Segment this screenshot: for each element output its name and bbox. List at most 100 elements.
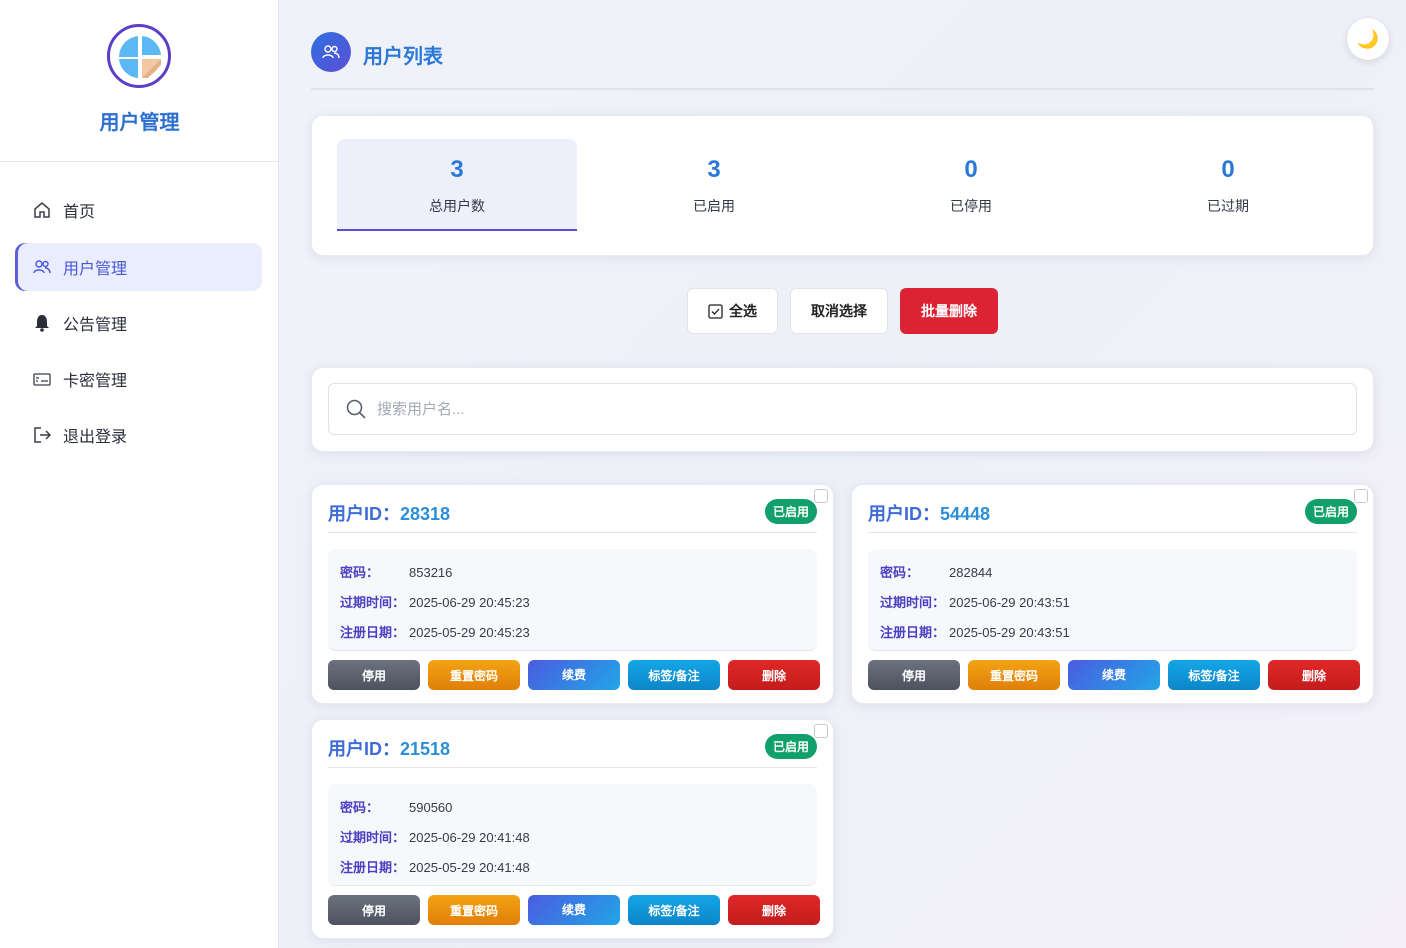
disable-button[interactable]: 停用 [328,660,420,690]
status-badge: 已启用 [1304,499,1357,524]
select-checkbox[interactable] [1354,489,1368,503]
field-label: 过期时间： [880,595,946,610]
user-card: 用户ID：54448 已启用 密码： 282844 过期时间： 2025-06-29… [851,484,1374,704]
field-label: 注册日期： [340,860,406,875]
sidebar: 用户管理 首页 用户管理 公告管理 卡密管理 退出登录 [0,0,279,948]
logout-icon [31,424,53,446]
card-icon [31,368,53,390]
field-label: 注册日期： [880,625,946,640]
sidebar-item-label: 公告管理 [63,317,128,334]
search-box [328,383,1357,435]
reset-password-button[interactable]: 重置密码 [968,660,1060,690]
expiry-row: 过期时间： 2025-06-29 20:41:48 [340,827,530,846]
batch-delete-button[interactable]: 批量删除 [900,288,998,334]
field-label: 过期时间： [340,830,406,845]
stat-label: 已过期 [1207,198,1249,214]
user-id-value: 54448 [940,504,991,524]
password-row: 密码： 590560 [340,797,452,816]
field-label: 注册日期： [340,625,406,640]
password-value: 590560 [409,800,453,815]
stat-value: 0 [1221,156,1235,183]
sidebar-item-home[interactable]: 首页 [15,186,262,234]
user-id-label: 用户ID： [328,739,400,759]
select-checkbox[interactable] [814,724,828,738]
register-value: 2025-05-29 20:43:51 [949,625,1070,640]
renew-button[interactable]: 续费 [1068,660,1160,690]
user-actions: 停用 重置密码 续费 标签/备注 删除 [868,660,1360,690]
user-info: 密码： 282844 过期时间： 2025-06-29 20:43:51 注册日期：… [868,549,1357,651]
status-badge: 已启用 [764,499,817,524]
user-card: 用户ID：28318 已启用 密码： 853216 过期时间： 2025-06-29… [311,484,834,704]
sidebar-item-users[interactable]: 用户管理 [15,243,262,291]
disable-button[interactable]: 停用 [868,660,960,690]
expiry-value: 2025-06-29 20:41:48 [409,830,530,845]
deselect-button[interactable]: 取消选择 [790,288,888,334]
sidebar-item-label: 退出登录 [63,429,128,446]
divider [311,88,1374,90]
register-row: 注册日期： 2025-05-29 20:41:48 [340,857,530,876]
search-icon [345,398,367,420]
password-value: 853216 [409,565,453,580]
renew-button[interactable]: 续费 [528,660,620,690]
register-value: 2025-05-29 20:41:48 [409,860,530,875]
sidebar-item-label: 卡密管理 [63,373,128,390]
status-badge: 已启用 [764,734,817,759]
user-card: 用户ID：21518 已启用 密码： 590560 过期时间： 2025-06-29… [311,719,834,939]
theme-toggle-button[interactable]: 🌙 [1347,18,1389,60]
register-row: 注册日期： 2025-05-29 20:43:51 [880,622,1070,641]
checkbox-icon [708,303,723,319]
user-actions: 停用 重置密码 续费 标签/备注 删除 [328,660,820,690]
divider [868,532,1357,533]
tag-note-button[interactable]: 标签/备注 [628,895,720,925]
user-id-value: 21518 [400,739,451,759]
disable-button[interactable]: 停用 [328,895,420,925]
select-all-button[interactable]: 全选 [687,288,778,334]
password-row: 密码： 282844 [880,562,992,581]
stat-disabled[interactable]: 0 已停用 [851,139,1091,231]
expiry-value: 2025-06-29 20:43:51 [949,595,1070,610]
sidebar-item-logout[interactable]: 退出登录 [15,411,262,459]
field-label: 过期时间： [340,595,406,610]
expiry-row: 过期时间： 2025-06-29 20:45:23 [340,592,530,611]
stat-total-users[interactable]: 3 总用户数 [337,139,577,231]
users-icon [31,256,53,278]
stat-enabled[interactable]: 3 已启用 [594,139,834,231]
user-id-label: 用户ID： [328,504,400,524]
renew-button[interactable]: 续费 [528,895,620,925]
field-label: 密码： [340,800,380,815]
tag-note-button[interactable]: 标签/备注 [1168,660,1260,690]
user-id-heading: 用户ID：21518 [328,735,450,761]
select-all-label: 全选 [729,303,757,319]
reset-password-button[interactable]: 重置密码 [428,895,520,925]
password-row: 密码： 853216 [340,562,452,581]
field-label: 密码： [340,565,380,580]
user-info: 密码： 853216 过期时间： 2025-06-29 20:45:23 注册日期：… [328,549,817,651]
page-title: 用户列表 [363,46,443,68]
sidebar-item-announcements[interactable]: 公告管理 [15,299,262,347]
search-input[interactable] [377,400,1277,418]
sidebar-item-cards[interactable]: 卡密管理 [15,355,262,403]
stat-expired[interactable]: 0 已过期 [1108,139,1348,231]
delete-button[interactable]: 删除 [1268,660,1360,690]
register-row: 注册日期： 2025-05-29 20:45:23 [340,622,530,641]
reset-password-button[interactable]: 重置密码 [428,660,520,690]
user-actions: 停用 重置密码 续费 标签/备注 删除 [328,895,820,925]
field-label: 密码： [880,565,920,580]
user-id-heading: 用户ID：54448 [868,500,990,526]
stat-label: 已启用 [693,198,735,214]
user-id-value: 28318 [400,504,451,524]
register-value: 2025-05-29 20:45:23 [409,625,530,640]
delete-button[interactable]: 删除 [728,660,820,690]
delete-button[interactable]: 删除 [728,895,820,925]
user-info: 密码： 590560 过期时间： 2025-06-29 20:41:48 注册日期：… [328,784,817,886]
users-icon [311,32,351,72]
divider [328,532,817,533]
home-icon [31,199,53,221]
brand-title: 用户管理 [99,112,180,134]
user-id-label: 用户ID： [868,504,940,524]
tag-note-button[interactable]: 标签/备注 [628,660,720,690]
stat-value: 0 [964,156,978,183]
sidebar-item-label: 用户管理 [63,261,128,278]
stat-label: 总用户数 [429,198,485,214]
select-checkbox[interactable] [814,489,828,503]
